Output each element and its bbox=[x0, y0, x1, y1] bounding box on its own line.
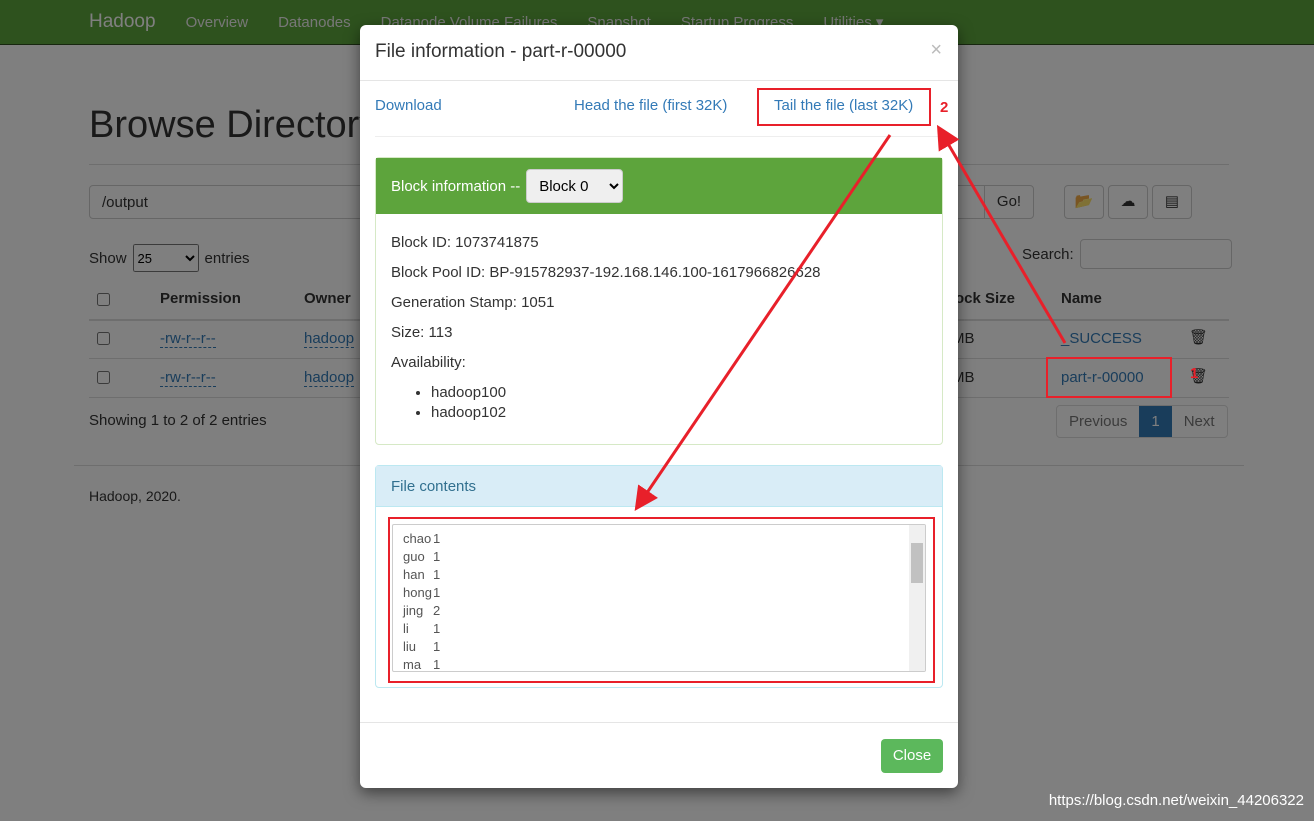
annotation-arrows bbox=[634, 124, 1067, 511]
arrow bbox=[936, 124, 1067, 344]
arrow bbox=[634, 134, 892, 511]
watermark: https://blog.csdn.net/weixin_44206322 bbox=[1048, 792, 1304, 809]
